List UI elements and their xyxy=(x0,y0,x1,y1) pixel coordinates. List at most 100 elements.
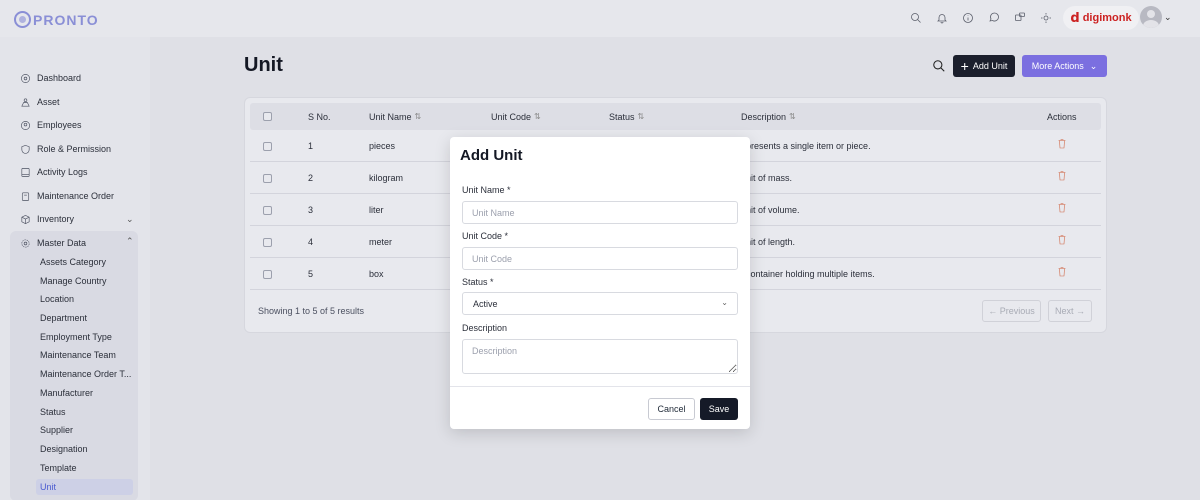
cell-sno: 4 xyxy=(308,237,314,247)
chevron-down-icon[interactable]: ⌄ xyxy=(126,214,134,225)
bell-icon[interactable] xyxy=(929,10,955,26)
next-page-button[interactable]: Next → xyxy=(1048,300,1092,322)
translate-flag-icon[interactable] xyxy=(1007,10,1033,26)
delete-button[interactable] xyxy=(1057,202,1069,214)
gear-icon xyxy=(21,239,30,247)
unit-name-input[interactable] xyxy=(462,201,738,224)
sidebar-item-label: Dashboard xyxy=(37,73,82,83)
select-all-checkbox[interactable] xyxy=(263,112,272,121)
cell-description: nit of volume. xyxy=(746,205,800,215)
more-actions-button[interactable]: More Actions ⌄ xyxy=(1022,55,1107,77)
column-header-unit-code[interactable]: Unit Code ⇅ xyxy=(491,103,541,130)
sidebar: Dashboard Asset Employees Role & Permiss… xyxy=(0,37,150,500)
sun-icon[interactable] xyxy=(1033,10,1059,26)
company-logo: d digimonk xyxy=(1063,6,1139,30)
sidebar-item-label: Master Data xyxy=(37,238,87,248)
status-select[interactable]: Active ⌄ xyxy=(462,292,738,315)
sort-icon[interactable]: ⇅ xyxy=(789,112,796,121)
sidebar-subitem-maintenance-order-type[interactable]: Maintenance Order T... xyxy=(40,366,134,382)
cell-description: container holding multiple items. xyxy=(746,269,875,279)
info-icon[interactable] xyxy=(955,10,981,26)
top-bar: PRONTO d digimonk ⌄ xyxy=(0,0,1200,37)
cell-unit-name: liter xyxy=(369,205,384,215)
sidebar-subitem-supplier[interactable]: Supplier xyxy=(40,422,134,438)
sidebar-item-asset[interactable]: Asset xyxy=(20,93,60,111)
search-button[interactable] xyxy=(932,59,948,75)
sidebar-subitem-department[interactable]: Department xyxy=(40,310,134,326)
sidebar-item-inventory[interactable]: Inventory xyxy=(20,210,74,228)
app-logo[interactable]: PRONTO xyxy=(14,11,99,28)
trash-icon xyxy=(1058,235,1066,245)
search-icon[interactable] xyxy=(903,10,929,26)
company-name: digimonk xyxy=(1082,12,1132,24)
required-mark: * xyxy=(504,231,509,241)
delete-button[interactable] xyxy=(1057,170,1069,182)
sidebar-item-activity-logs[interactable]: Activity Logs xyxy=(20,163,88,181)
sidebar-item-maintenance-order[interactable]: Maintenance Order xyxy=(20,187,114,205)
cell-description: presents a single item or piece. xyxy=(746,141,871,151)
delete-button[interactable] xyxy=(1057,234,1069,246)
logo-icon xyxy=(14,11,31,28)
sidebar-subitem-manufacturer[interactable]: Manufacturer xyxy=(40,385,134,401)
cell-sno: 3 xyxy=(308,205,314,215)
sidebar-item-label: Activity Logs xyxy=(37,167,88,177)
row-checkbox[interactable] xyxy=(263,270,272,279)
sidebar-subitem-employment-type[interactable]: Employment Type xyxy=(40,329,134,345)
page-title: Unit xyxy=(244,54,283,76)
column-header-description[interactable]: Description ⇅ xyxy=(741,103,796,130)
add-unit-button[interactable]: + Add Unit xyxy=(953,55,1015,77)
sort-icon[interactable]: ⇅ xyxy=(534,112,541,121)
sidebar-item-label: Asset xyxy=(37,97,60,107)
sidebar-subitem-template[interactable]: Template xyxy=(40,460,134,476)
chevron-down-icon: ⌄ xyxy=(721,298,728,307)
sidebar-subitem-manage-country[interactable]: Manage Country xyxy=(40,273,134,289)
sort-icon[interactable]: ⇅ xyxy=(638,112,645,121)
sidebar-subitem-maintenance-team[interactable]: Maintenance Team xyxy=(40,347,134,363)
sidebar-subitem-assets-category[interactable]: Assets Category xyxy=(40,254,134,270)
chevron-down-icon[interactable]: ⌄ xyxy=(1164,12,1172,23)
unit-name-label: Unit Name * xyxy=(462,185,511,195)
sidebar-item-employees[interactable]: Employees xyxy=(20,116,82,134)
status-selected-value: Active xyxy=(473,298,498,309)
modal-title: Add Unit xyxy=(460,147,523,164)
cell-description: nit of mass. xyxy=(746,173,793,183)
sidebar-item-master-data[interactable]: Master Data xyxy=(20,234,86,252)
sidebar-item-role-permission[interactable]: Role & Permission xyxy=(20,140,111,158)
sidebar-subitem-designation[interactable]: Designation xyxy=(40,441,134,457)
save-button[interactable]: Save xyxy=(700,398,738,420)
cell-sno: 1 xyxy=(308,141,314,151)
row-checkbox[interactable] xyxy=(263,206,272,215)
table-header: S No. Unit Name ⇅ Unit Code ⇅ Status ⇅ Desc… xyxy=(250,103,1101,130)
pagination-summary: Showing 1 to 5 of 5 results xyxy=(258,306,365,316)
sidebar-subitem-status[interactable]: Status xyxy=(40,404,134,420)
chat-icon[interactable] xyxy=(981,10,1007,26)
trash-icon xyxy=(1058,171,1066,181)
dashboard-icon xyxy=(21,73,30,83)
chevron-up-icon[interactable]: ⌃ xyxy=(126,236,134,247)
cell-unit-name: meter xyxy=(369,237,393,247)
delete-button[interactable] xyxy=(1057,266,1069,278)
sort-icon[interactable]: ⇅ xyxy=(415,112,422,121)
delete-button[interactable] xyxy=(1057,138,1069,150)
cell-unit-name: box xyxy=(369,269,384,279)
description-textarea[interactable] xyxy=(462,339,738,374)
employees-icon xyxy=(21,120,30,130)
row-checkbox[interactable] xyxy=(263,142,272,151)
cell-sno: 2 xyxy=(308,173,314,183)
previous-page-button[interactable]: ← Previous xyxy=(982,300,1041,322)
trash-icon xyxy=(1058,203,1066,213)
plus-icon: + xyxy=(960,58,969,74)
sidebar-item-label: Inventory xyxy=(37,214,75,224)
unit-code-input[interactable] xyxy=(462,247,738,270)
row-checkbox[interactable] xyxy=(263,174,272,183)
cancel-button[interactable]: Cancel xyxy=(648,398,695,420)
avatar[interactable] xyxy=(1140,6,1162,28)
column-header-unit-name[interactable]: Unit Name ⇅ xyxy=(369,103,421,130)
sidebar-subitem-location[interactable]: Location xyxy=(40,291,134,307)
row-checkbox[interactable] xyxy=(263,238,272,247)
sidebar-subitem-unit[interactable]: Unit xyxy=(36,479,133,495)
column-header-status[interactable]: Status ⇅ xyxy=(609,103,644,130)
sidebar-item-dashboard[interactable]: Dashboard xyxy=(20,69,81,87)
trash-icon xyxy=(1058,267,1066,277)
column-header-sno: S No. xyxy=(308,111,331,122)
